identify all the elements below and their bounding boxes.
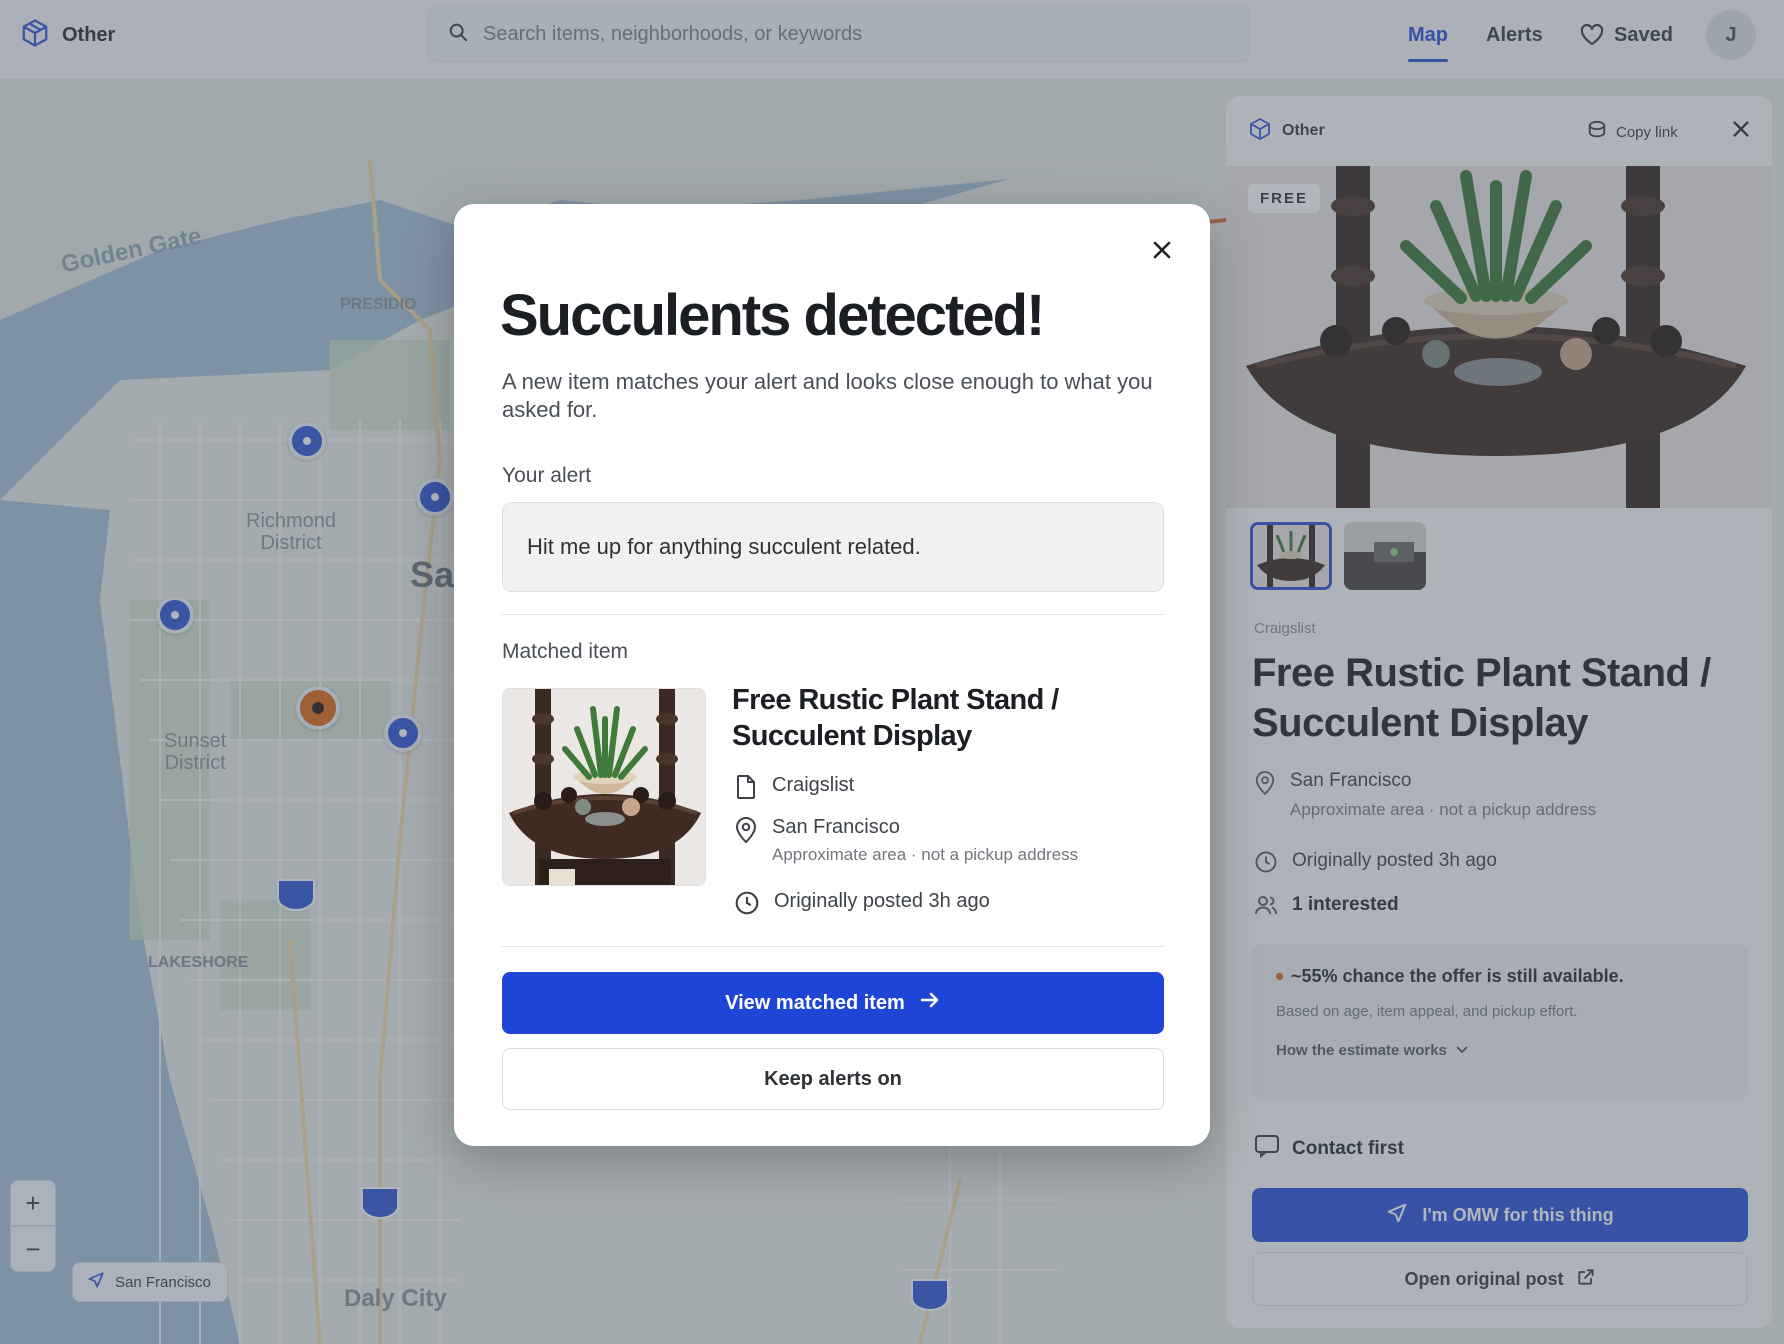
modal-title: Succulents detected! — [500, 283, 1045, 348]
divider — [502, 946, 1164, 947]
view-matched-item-button[interactable]: View matched item — [502, 972, 1164, 1034]
matched-item-source-row: Craigslist — [734, 774, 854, 806]
modal-description: A new item matches your alert and looks … — [502, 369, 1153, 422]
matched-item-location-row: San Francisco Approximate area · not a p… — [734, 816, 1078, 865]
document-icon — [734, 774, 758, 806]
close-icon — [1150, 238, 1174, 267]
matched-item-location-sub: Approximate area · not a pickup address — [772, 845, 1079, 864]
plant-stand-thumbnail — [503, 689, 705, 885]
matched-item-title[interactable]: Free Rustic Plant Stand / Succulent Disp… — [732, 682, 1152, 754]
arrow-right-icon — [919, 990, 941, 1016]
matched-item-source: Craigslist — [772, 774, 855, 796]
matched-item-label: Matched item — [502, 640, 629, 663]
matched-item-photo[interactable] — [502, 688, 706, 886]
divider — [502, 614, 1164, 615]
matched-item-posted-row: Originally posted 3h ago — [734, 890, 990, 922]
view-matched-item-label: View matched item — [725, 991, 905, 1014]
matched-item-location: San Francisco — [772, 816, 900, 838]
alert-match-modal: Succulents detected! A new item matches … — [454, 204, 1210, 1146]
map-pin-icon — [734, 816, 758, 850]
clock-icon — [734, 890, 760, 922]
keep-alerts-on-button[interactable]: Keep alerts on — [502, 1048, 1164, 1110]
modal-close-button[interactable] — [1144, 234, 1180, 270]
alert-text-box: Hit me up for anything succulent related… — [502, 502, 1164, 592]
matched-item-posted: Originally posted 3h ago — [774, 890, 990, 912]
alert-label: Your alert — [502, 464, 592, 487]
